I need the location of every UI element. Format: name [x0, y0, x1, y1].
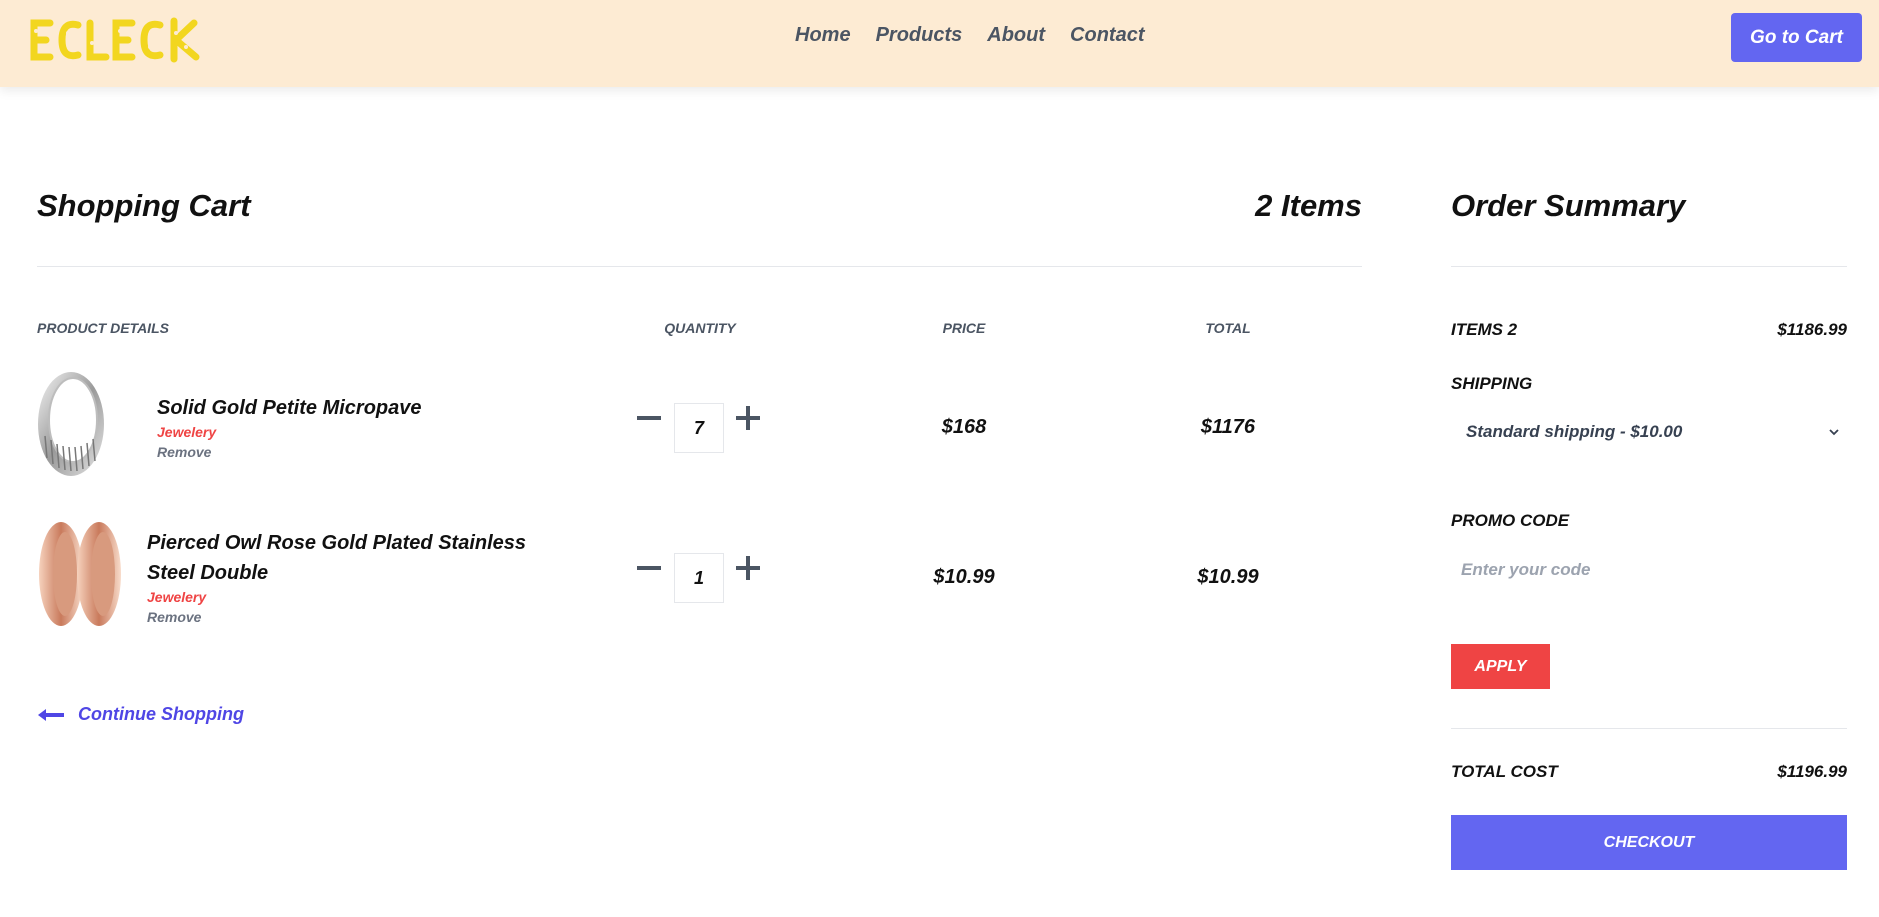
item-price: $10.99	[933, 566, 995, 588]
rose-gold-tunnel-plugs-icon	[39, 522, 121, 626]
column-header-details: PRODUCT DETAILS	[37, 320, 169, 336]
checkout-button[interactable]: CHECKOUT	[1451, 815, 1847, 870]
top-navbar: Home Products About Contact Go to Cart	[0, 0, 1879, 87]
cart-divider	[37, 266, 1362, 267]
minus-icon[interactable]	[635, 404, 663, 432]
summary-divider	[1451, 266, 1847, 267]
quantity-input[interactable]: 7	[674, 403, 724, 453]
summary-items-label: ITEMS 2	[1451, 320, 1518, 339]
chevron-down-icon	[1829, 429, 1839, 436]
summary-items-value: $1186.99	[1777, 320, 1847, 339]
remove-item-link[interactable]: Remove	[157, 444, 211, 460]
remove-item-link[interactable]: Remove	[147, 609, 201, 625]
minus-icon[interactable]	[635, 554, 663, 582]
main-nav: Home Products About Contact	[795, 24, 1144, 47]
nav-home-link[interactable]: Home	[795, 24, 851, 47]
nav-about-link[interactable]: About	[987, 24, 1045, 47]
product-category: Jewelery	[157, 424, 217, 440]
column-header-total: TOTAL	[1205, 320, 1251, 336]
arrow-left-icon	[38, 708, 64, 721]
continue-shopping-label: Continue Shopping	[78, 704, 244, 724]
silver-ring-icon	[38, 372, 104, 476]
shipping-label: SHIPPING	[1451, 374, 1533, 393]
order-summary-title: Order Summary	[1451, 188, 1686, 223]
go-to-cart-button[interactable]: Go to Cart	[1731, 13, 1862, 62]
plus-icon[interactable]	[734, 554, 762, 582]
cart-title: Shopping Cart	[37, 188, 251, 223]
item-total: $10.99	[1197, 566, 1259, 588]
product-name[interactable]: Solid Gold Petite Micropave	[157, 393, 422, 423]
total-cost-label: TOTAL COST	[1451, 762, 1558, 781]
column-header-quantity: QUANTITY	[664, 320, 736, 336]
promo-code-input[interactable]	[1451, 550, 1847, 590]
product-category: Jewelery	[147, 589, 207, 605]
plus-icon[interactable]	[734, 404, 762, 432]
total-cost-value: $1196.99	[1777, 762, 1847, 781]
summary-total-divider	[1451, 728, 1847, 729]
shipping-selected-value: Standard shipping - $10.00	[1466, 422, 1683, 441]
column-header-price: PRICE	[942, 320, 986, 336]
product-name[interactable]: Pierced Owl Rose Gold Plated Stainless S…	[147, 528, 577, 588]
promo-code-label: PROMO CODE	[1451, 511, 1570, 530]
quantity-input[interactable]: 1	[674, 553, 724, 603]
brand-logo[interactable]	[28, 13, 213, 67]
item-price: $168	[941, 416, 987, 438]
cart-item-count: 2 Items	[1255, 188, 1362, 223]
continue-shopping-link[interactable]: Continue Shopping	[36, 704, 244, 725]
apply-promo-button[interactable]: APPLY	[1451, 644, 1550, 689]
shipping-select[interactable]: Standard shipping - $10.00	[1451, 415, 1847, 451]
item-total: $1176	[1200, 416, 1256, 438]
nav-contact-link[interactable]: Contact	[1070, 24, 1144, 47]
nav-products-link[interactable]: Products	[876, 24, 963, 47]
